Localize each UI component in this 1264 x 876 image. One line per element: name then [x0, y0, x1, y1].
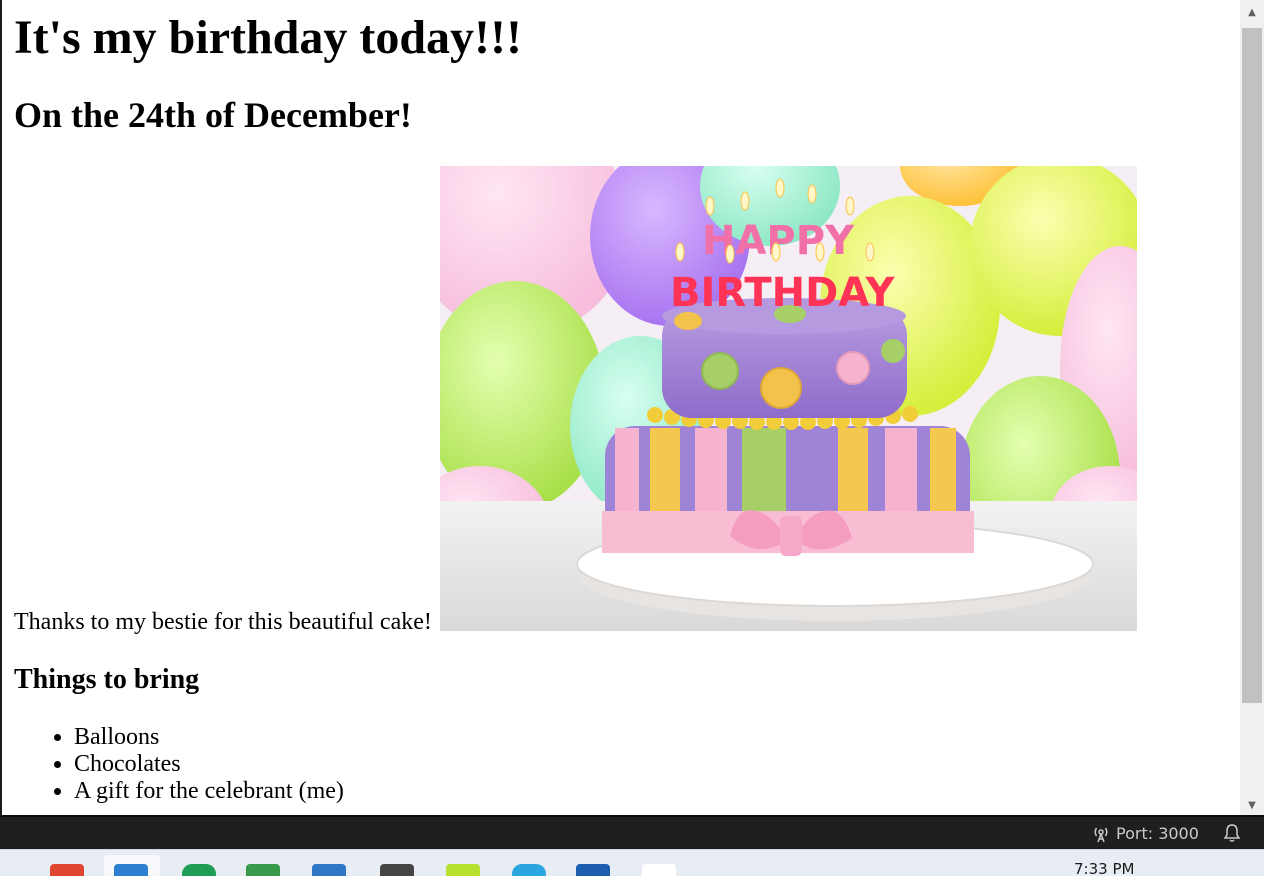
- file-explorer-icon[interactable]: [312, 864, 346, 876]
- things-to-bring-heading: Things to bring: [14, 664, 200, 695]
- taskbar-app-icon[interactable]: [380, 864, 414, 876]
- taskbar-app-icon[interactable]: [182, 864, 216, 876]
- bell-icon[interactable]: [1222, 823, 1242, 843]
- scroll-up-arrow-icon[interactable]: ▲: [1240, 0, 1264, 26]
- list-item: Chocolates: [74, 751, 344, 778]
- page-title: It's my birthday today!!!: [14, 11, 523, 64]
- status-bar: Port: 3000: [0, 815, 1264, 849]
- broadcast-icon: [1094, 827, 1108, 843]
- scrollbar-thumb[interactable]: [1242, 28, 1262, 703]
- port-status-item[interactable]: Port: 3000: [1092, 823, 1199, 845]
- taskbar-app-icon[interactable]: [246, 864, 280, 876]
- birthday-cake-image: HAPPY BIRTHDAY: [440, 166, 1137, 631]
- page-subtitle: On the 24th of December!: [14, 95, 412, 135]
- taskbar-app-icon[interactable]: [512, 864, 546, 876]
- taskbar-clock[interactable]: 7:33 PM: [1074, 860, 1134, 876]
- cake-caption: Thanks to my bestie for this beautiful c…: [14, 609, 432, 635]
- taskbar-app-icon[interactable]: [446, 864, 480, 876]
- taskbar-app-icon[interactable]: [576, 864, 610, 876]
- cake-candle-text-birthday: BIRTHDAY: [670, 270, 895, 316]
- windows-taskbar: 7:33 PM: [0, 849, 1264, 876]
- list-item: A gift for the celebrant (me): [74, 778, 344, 805]
- port-label: Port: 3000: [1116, 824, 1199, 843]
- list-item: Balloons: [74, 724, 344, 751]
- taskbar-app-icon[interactable]: [642, 864, 676, 876]
- vscode-icon[interactable]: [114, 864, 148, 876]
- vertical-scrollbar[interactable]: ▲ ▼: [1240, 0, 1264, 815]
- things-to-bring-list: Balloons Chocolates A gift for the celeb…: [14, 724, 344, 805]
- taskbar-app-icon[interactable]: [50, 864, 84, 876]
- browser-viewport: It's my birthday today!!! On the 24th of…: [0, 0, 1240, 815]
